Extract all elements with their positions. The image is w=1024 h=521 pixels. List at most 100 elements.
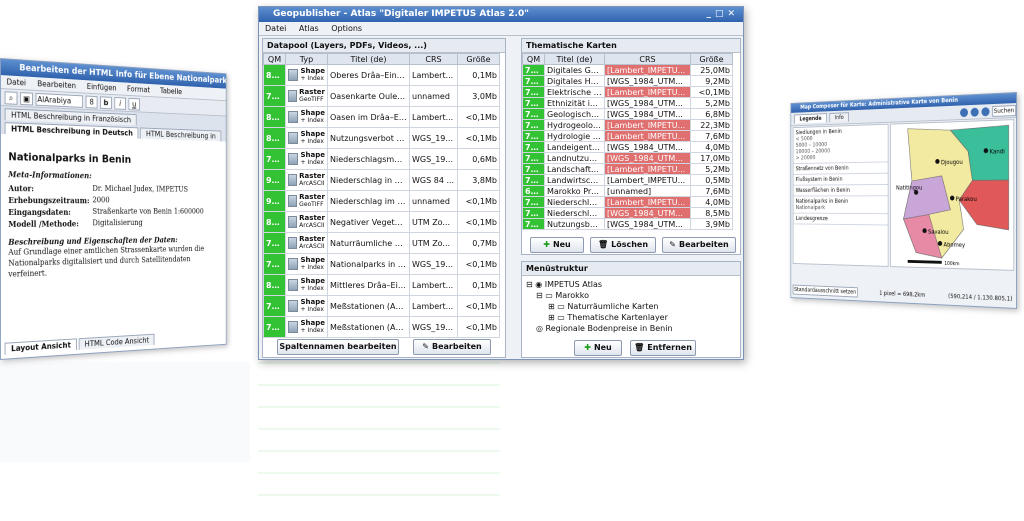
menu-bearbeiten[interactable]: Bearbeiten [37, 79, 76, 90]
close-icon[interactable]: ✕ [727, 9, 739, 19]
type-cell: Raster GeoTIFF [286, 86, 328, 107]
table-row[interactable]: 82% Shape + Index Mittleres Drâa–Einz... Lam… [264, 275, 500, 296]
menu-options[interactable]: Options [331, 24, 362, 33]
geopublisher-window: Geopublisher - Atlas "Digitaler IMPETUS … [258, 6, 744, 360]
menu-datei[interactable]: Datei [265, 24, 286, 33]
table-row[interactable]: 92% Raster ArcASCII Niederschlag in Benin WG… [264, 170, 500, 191]
col-qm[interactable]: QM [264, 54, 286, 65]
reset-view-button[interactable]: Standardausschnitt setzen [793, 284, 858, 297]
table-row[interactable]: 75%Shape+ IndexNationalparks in BeninWGS… [264, 254, 500, 275]
edit-map-button[interactable]: ✎ Bearbeiten [662, 237, 736, 253]
col-crs[interactable]: CRS [605, 54, 691, 65]
binoculars-icon[interactable]: ⌕ [5, 91, 18, 105]
remove-menu-button[interactable]: 🗑 Entfernen [630, 340, 696, 356]
table-row[interactable]: 74% Digitales Höh... [WGS_1984_UTM... 9,2Mb [523, 76, 733, 87]
minimize-icon[interactable]: _ [706, 9, 715, 19]
menu-datei[interactable]: Datei [6, 77, 26, 87]
menu-einfuegen[interactable]: Einfügen [87, 82, 117, 92]
edit-column-names-button[interactable]: Spaltennamen bearbeiten [277, 339, 399, 355]
table-row[interactable]: 74% Hydrologie i... [Lambert_IMPETU... 7,6M… [523, 131, 733, 142]
zoom-in-icon[interactable] [960, 108, 968, 117]
table-row[interactable]: 73% Geologische ... [WGS_1984_UTM... 6,8Mb [523, 109, 733, 120]
tree-node[interactable]: ⊟ ▭ Marokko [526, 290, 736, 301]
tab-legend[interactable]: Legende [794, 113, 827, 123]
col-qm[interactable]: QM [523, 54, 545, 65]
table-row[interactable]: 75%Shape+ IndexMeßstationen (Abflu...WGS… [264, 317, 500, 338]
table-row[interactable]: 77% Raster GeoTIFF Oasenkarte Ouled Y... unn… [264, 86, 500, 107]
tree-node[interactable]: ◎ Regionale Bodenpreise in Benin [526, 323, 736, 334]
table-row[interactable]: 76% Ethnizität in ... [WGS_1984_UTM... 5,2M… [523, 98, 733, 109]
place-label: Parakou [956, 197, 977, 203]
col-title[interactable]: Titel (de) [328, 54, 410, 65]
reflection [258, 362, 744, 512]
tab-layout-view[interactable]: Layout Ansicht [5, 338, 77, 354]
zoom-out-icon[interactable] [971, 107, 979, 116]
table-row[interactable]: 75% Niederschlag... [WGS_1984_UTM... 8,5Mb [523, 208, 733, 219]
tree-node[interactable]: ⊞ ▭ Thematische Kartenlayer [526, 312, 736, 323]
edit-layer-button[interactable]: ✎ Bearbeiten [413, 339, 491, 355]
table-row[interactable]: 74% Nutzungsbes... [WGS_1984_UTM... 3,9Mb [523, 219, 733, 230]
size-cell: 7,6Mb [691, 186, 733, 197]
table-row[interactable]: 75%Shape+ IndexMeßstationen (Abflu...Lam… [264, 296, 500, 317]
type-cell: Shape + Index [286, 149, 328, 170]
size-cell: 0,6Mb [458, 149, 500, 170]
search-button[interactable]: Suchen [992, 105, 1016, 117]
size-cell: 0,7Mb [458, 233, 500, 254]
table-row[interactable]: 82% Shape + Index Oberes Drâa–Einzu... Lambe… [264, 65, 500, 86]
col-title[interactable]: Titel (de) [545, 54, 605, 65]
table-row[interactable]: 72% Landschaftse... [Lambert_IMPETU... 5,2M… [523, 164, 733, 175]
html-editor-content[interactable]: Nationalparks in Benin Meta-Informatione… [1, 134, 226, 316]
maximize-icon[interactable]: □ [715, 9, 728, 19]
menu-atlas[interactable]: Atlas [299, 24, 319, 33]
menu-format[interactable]: Format [127, 85, 150, 95]
table-row[interactable]: 82% Raster ArcASCII Negativer Vegetatio... U… [264, 212, 500, 233]
layer-item[interactable]: Landesgrenze [793, 214, 887, 226]
table-row[interactable]: 73% Hydrogeologi... [Lambert_IMPETU... 22,3… [523, 120, 733, 131]
font-select[interactable]: AlArabiya [36, 92, 83, 107]
tab-info[interactable]: Info [829, 112, 849, 122]
table-row[interactable]: 74% Landwirtscha... [Lambert_IMPETU... 0,5M… [523, 175, 733, 186]
bold-icon[interactable]: b [100, 96, 112, 109]
new-map-button[interactable]: ✚ Neu [530, 237, 584, 253]
table-row[interactable]: 82% Shape + Index Oasen im Drâa–Ein... Lambe… [264, 107, 500, 128]
map-canvas[interactable]: Djougou Kandi Natitingou Parakou Savalou… [890, 119, 1014, 271]
table-row[interactable]: 92%RasterGeoTIFFNiederschlag im Drâ...un… [264, 191, 500, 212]
col-typ[interactable]: Typ [286, 54, 328, 65]
info-icon[interactable] [981, 107, 989, 116]
layer-item[interactable]: Flußsystem in Benin [793, 174, 887, 186]
col-size[interactable]: Größe [458, 54, 500, 65]
table-row[interactable]: 72% Elektrische L... [Lambert_IMPETU... <0,… [523, 87, 733, 98]
layer-item[interactable]: Wasserflächen in Benin [793, 185, 887, 196]
table-row[interactable]: 77%RasterArcASCIINaturräumliche Eins...U… [264, 233, 500, 254]
geopublisher-titlebar[interactable]: Geopublisher - Atlas "Digitaler IMPETUS … [259, 7, 743, 22]
quality-cell: 74% [523, 65, 545, 76]
layer-item[interactable]: Nationalparks in Benin Nationalpark [793, 196, 887, 214]
font-size-select[interactable]: 8 [86, 95, 98, 108]
delete-map-button[interactable]: 🗑 Löschen [590, 237, 656, 253]
quality-cell: 72% [523, 164, 545, 175]
underline-icon[interactable]: u [128, 97, 139, 110]
menu-tabelle[interactable]: Tabelle [160, 86, 182, 96]
table-row[interactable]: 65% Marokko Pro... [unnamed] 7,6Mb [523, 186, 733, 197]
type-cell: Shape + Index [286, 128, 328, 149]
crs-cell: [WGS_1984_UTM... [605, 219, 691, 230]
tree-node[interactable]: ⊞ ▭ Naturräumliche Karten [526, 301, 736, 312]
image-icon[interactable]: ▣ [20, 92, 33, 105]
italic-icon[interactable]: i [114, 97, 126, 110]
table-row[interactable]: 87% Shape + Index Nutzungsverbot für ... WGS… [264, 128, 500, 149]
col-crs[interactable]: CRS [410, 54, 458, 65]
new-menu-button[interactable]: ✚ Neu [574, 340, 622, 356]
table-row[interactable]: 74% Landeigentu... [WGS_1984_UTM... 4,0Mb [523, 142, 733, 153]
trash-icon: 🗑 [598, 240, 608, 249]
tab-html-code-view[interactable]: HTML Code Ansicht [79, 334, 155, 350]
table-row[interactable]: 74% Digitales Gel... [Lambert_IMPETU... 25,… [523, 65, 733, 76]
size-cell: 25,0Mb [691, 65, 733, 76]
table-row[interactable]: 75%Shape+ IndexNiederschlagsmeßst...WGS_… [264, 149, 500, 170]
layer-item[interactable]: Siedlungen in Benin < 5000 5000 – 10000 … [793, 125, 887, 164]
quality-cell: 75% [523, 208, 545, 219]
tree-node[interactable]: ⊟ ◉ IMPETUS Atlas [526, 279, 736, 290]
size-cell: <0,1Mb [458, 212, 500, 233]
table-row[interactable]: 74% Landnutzung ... [WGS_1984_UTM... 17,0Mb [523, 153, 733, 164]
col-size[interactable]: Größe [691, 54, 733, 65]
table-row[interactable]: 78% Niederschlag... [Lambert_IMPETU... 4,0M… [523, 197, 733, 208]
